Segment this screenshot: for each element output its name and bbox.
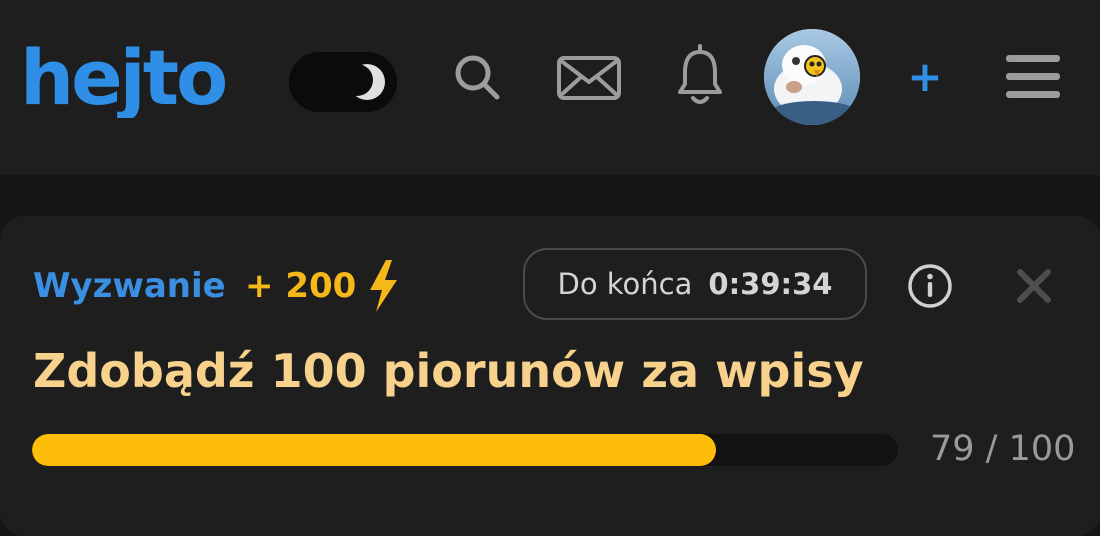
hamburger-icon[interactable]	[1004, 52, 1062, 102]
envelope-icon[interactable]	[556, 55, 622, 101]
moon-icon	[341, 60, 389, 104]
theme-toggle[interactable]	[289, 52, 397, 112]
progress-fill	[32, 434, 717, 466]
challenge-label: Wyzwanie	[33, 266, 226, 306]
progress-bar	[32, 434, 898, 466]
countdown-timer: Do końca 0:39:34	[523, 248, 867, 320]
user-avatar[interactable]	[764, 29, 860, 125]
logo-text: hejto	[20, 38, 225, 118]
challenge-title: Zdobądź 100 piorunów za wpisy	[33, 344, 864, 398]
timer-value: 0:39:34	[708, 267, 833, 301]
add-button[interactable]: +	[905, 54, 945, 100]
progress-count: 79 / 100	[930, 429, 1076, 469]
timer-label: Do końca	[557, 267, 693, 301]
hejto-logo[interactable]: hejto	[20, 38, 255, 118]
close-icon[interactable]	[1014, 266, 1054, 306]
info-icon[interactable]	[906, 262, 954, 310]
lightning-icon	[364, 258, 402, 314]
search-icon[interactable]	[452, 52, 502, 102]
bell-icon[interactable]	[676, 44, 724, 108]
points-reward: + 200	[245, 266, 357, 306]
logo-graphic: hejto	[20, 38, 228, 118]
